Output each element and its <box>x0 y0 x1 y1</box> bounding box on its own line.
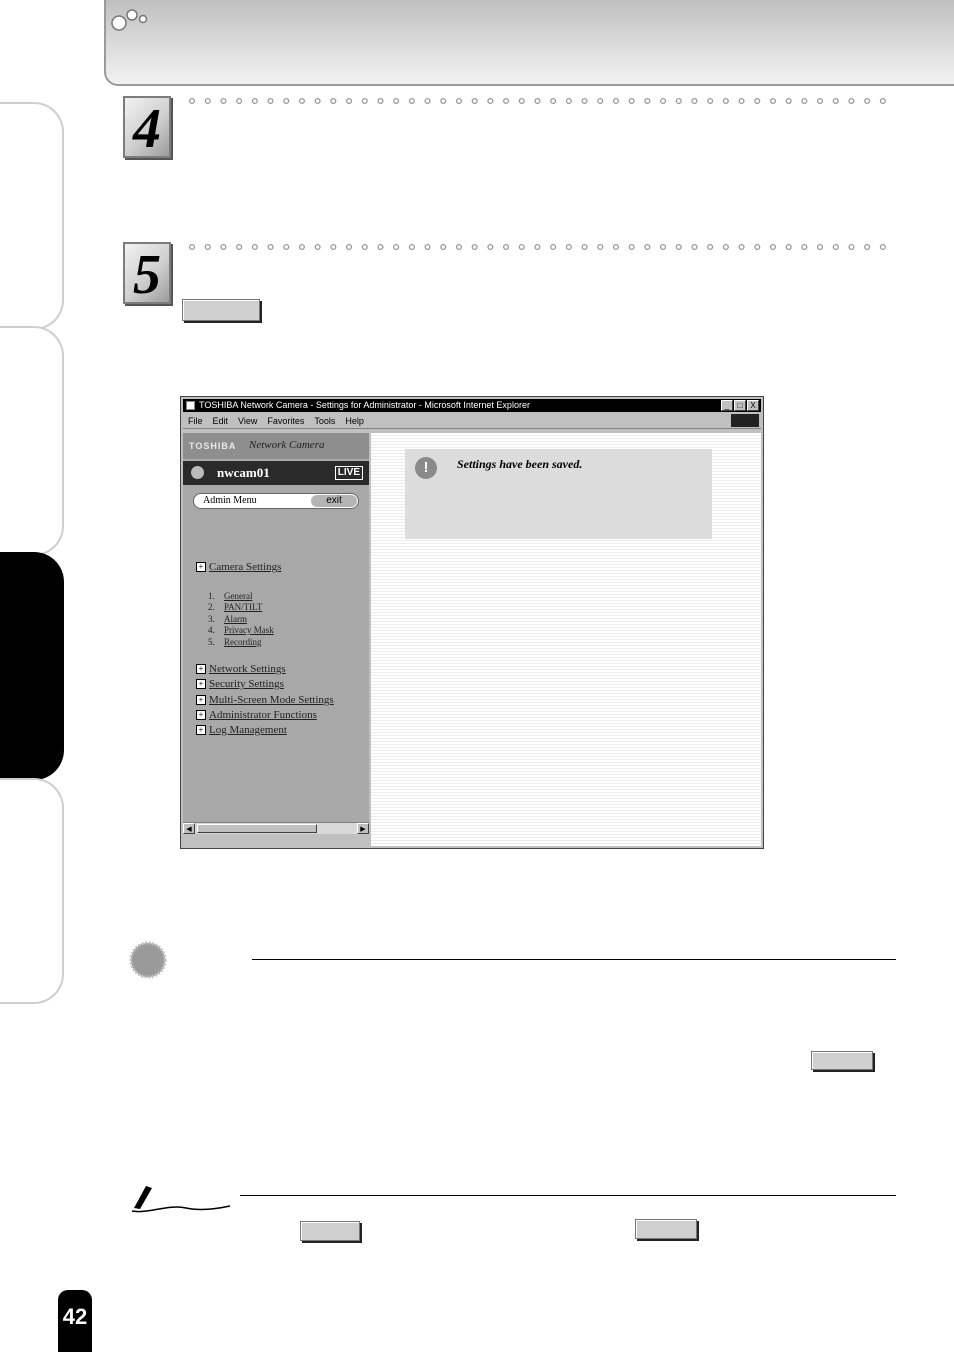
brand-logo: TOSHIBA <box>189 441 237 451</box>
window-title: TOSHIBA Network Camera - Settings for Ad… <box>183 399 761 412</box>
nav-network-settings[interactable]: + Network Settings <box>196 663 286 675</box>
button-graphic <box>300 1221 360 1241</box>
scroll-left-arrow-icon[interactable]: ◀ <box>183 823 195 834</box>
nav-sub-item[interactable]: 3. Alarm <box>208 614 247 624</box>
minimize-button[interactable]: _ <box>721 400 733 411</box>
nav-log-management[interactable]: + Log Management <box>196 724 287 736</box>
windows-logo-icon <box>731 414 759 427</box>
memo-rule <box>240 1195 896 1196</box>
nav-camera-settings[interactable]: + Camera Settings <box>196 561 281 573</box>
expand-icon: + <box>196 664 206 674</box>
scroll-thumb[interactable] <box>197 824 317 833</box>
camera-strip: nwcam01 LIVE <box>183 461 369 485</box>
menu-bar: File Edit View Favorites Tools Help <box>183 413 761 429</box>
menu-edit[interactable]: Edit <box>208 413 234 428</box>
admin-menu-label: Admin Menu <box>203 495 257 506</box>
nav-sub-item[interactable]: 5. Recording <box>208 637 262 647</box>
expand-icon: + <box>196 695 206 705</box>
button-graphic <box>182 299 260 321</box>
menu-help[interactable]: Help <box>340 413 369 428</box>
camera-name: nwcam01 <box>217 465 270 480</box>
section-tab-1 <box>0 102 64 330</box>
nav-sub-item[interactable]: 2. PAN/TILT <box>208 602 262 612</box>
nav-multiscreen-settings[interactable]: + Multi-Screen Mode Settings <box>196 694 334 706</box>
nav-sub-item[interactable]: 1. General <box>208 591 252 601</box>
nav-security-settings[interactable]: + Security Settings <box>196 678 284 690</box>
page-header-bar <box>104 0 954 86</box>
browser-window: TOSHIBA Network Camera - Settings for Ad… <box>180 396 764 849</box>
nav-administrator-functions[interactable]: + Administrator Functions <box>196 709 317 721</box>
exclamation-icon: ! <box>415 457 437 479</box>
step-number-4: 4 <box>123 96 171 160</box>
browser-icon <box>186 401 195 410</box>
maximize-button[interactable]: □ <box>734 400 746 411</box>
brand-strip: TOSHIBA Network Camera <box>183 433 369 459</box>
note-rule <box>252 959 896 960</box>
exit-button[interactable]: exit <box>311 495 357 507</box>
expand-icon: + <box>196 725 206 735</box>
expand-icon: + <box>196 679 206 689</box>
menu-view[interactable]: View <box>233 413 262 428</box>
expand-icon: + <box>196 710 206 720</box>
nav-sub-item[interactable]: 4. Privacy Mask <box>208 625 274 635</box>
camera-icon <box>191 466 204 479</box>
product-name: Network Camera <box>249 439 325 451</box>
section-tab-2 <box>0 326 64 556</box>
section-tab-4 <box>0 778 64 1004</box>
bubbles-icon <box>111 9 148 31</box>
page-number: 42 <box>58 1290 92 1352</box>
button-graphic <box>811 1051 873 1070</box>
menu-favorites[interactable]: Favorites <box>262 413 309 428</box>
saved-message: Settings have been saved. <box>457 457 583 471</box>
admin-menu-bar: Admin Menu exit <box>193 493 359 509</box>
message-box: ! Settings have been saved. <box>405 449 712 539</box>
horizontal-scrollbar[interactable]: ◀ ▶ <box>183 822 369 834</box>
admin-sidebar: TOSHIBA Network Camera nwcam01 LIVE Admi… <box>183 433 369 834</box>
live-button[interactable]: LIVE <box>334 466 363 480</box>
menu-tools[interactable]: Tools <box>309 413 340 428</box>
menu-file[interactable]: File <box>183 413 208 428</box>
section-tab-active <box>0 552 64 780</box>
content-pane: ! Settings have been saved. <box>371 433 761 846</box>
expand-icon: + <box>196 562 206 572</box>
dotted-rule <box>189 98 897 104</box>
step-number-5: 5 <box>123 242 171 306</box>
pen-memo-icon <box>131 1186 231 1213</box>
note-badge-icon <box>129 941 167 979</box>
scroll-right-arrow-icon[interactable]: ▶ <box>357 823 369 834</box>
button-graphic <box>635 1219 697 1239</box>
window-title-text: TOSHIBA Network Camera - Settings for Ad… <box>199 400 530 410</box>
close-button[interactable]: X <box>747 400 759 411</box>
dotted-rule <box>189 244 897 250</box>
